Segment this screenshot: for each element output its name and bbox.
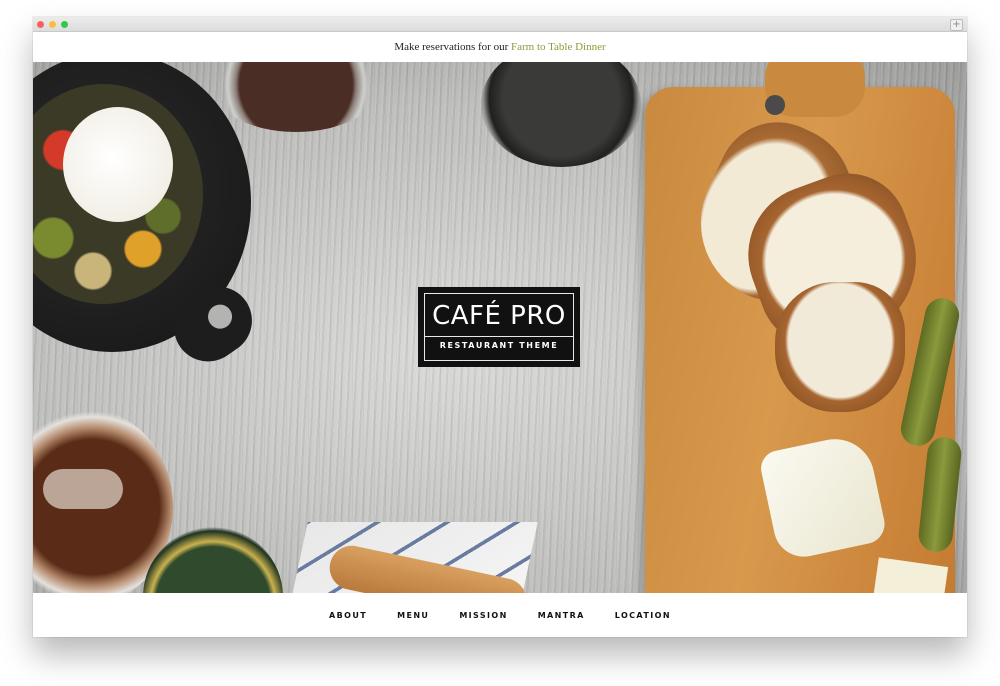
farm-to-table-link[interactable]: Farm to Table Dinner <box>511 41 606 53</box>
nav-item-mission[interactable]: MISSION <box>444 611 522 620</box>
close-window-icon[interactable] <box>37 21 44 28</box>
new-tab-plus-icon[interactable]: + <box>950 19 963 31</box>
nav-item-mantra[interactable]: MANTRA <box>523 611 600 620</box>
site-logo[interactable]: CAFÉ PRO RESTAURANT THEME <box>418 287 580 367</box>
browser-chrome: + <box>33 17 967 32</box>
minimize-window-icon[interactable] <box>49 21 56 28</box>
logo-title: CAFÉ PRO <box>432 301 566 331</box>
browser-window: + Make reservations for our Farm to Tabl… <box>33 17 967 637</box>
announcement-text: Make reservations for our <box>394 41 509 53</box>
logo-divider <box>425 336 573 337</box>
main-navigation: ABOUT MENU MISSION MANTRA LOCATION <box>33 593 967 637</box>
hero-image: CAFÉ PRO RESTAURANT THEME <box>33 62 967 593</box>
bottle-photo <box>481 62 641 167</box>
announcement-bar: Make reservations for our Farm to Table … <box>33 32 967 62</box>
bread-slice-photo <box>775 282 905 412</box>
nav-item-menu[interactable]: MENU <box>382 611 444 620</box>
nav-item-about[interactable]: ABOUT <box>314 611 382 620</box>
wine-glass-photo <box>211 62 381 132</box>
zoom-window-icon[interactable] <box>61 21 68 28</box>
nav-item-location[interactable]: LOCATION <box>600 611 686 620</box>
logo-subtitle: RESTAURANT THEME <box>439 341 559 350</box>
